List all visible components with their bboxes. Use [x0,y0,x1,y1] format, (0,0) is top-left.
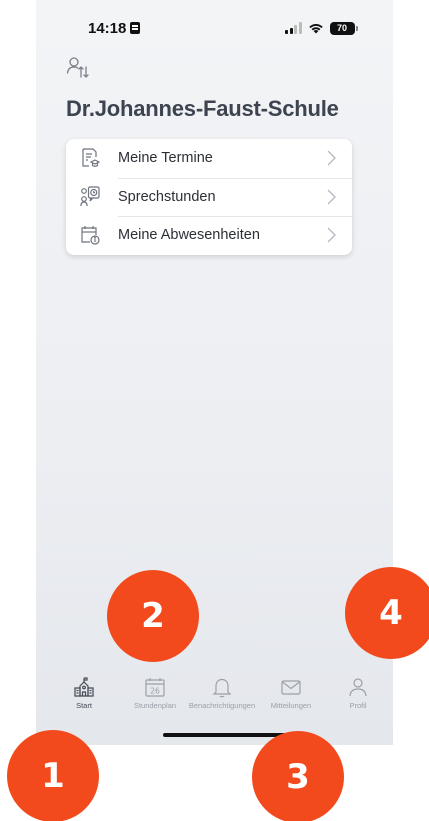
calendar-icon: 26 [145,678,165,697]
home-indicator [163,733,287,737]
menu-card: Meine Termine Sprechstunden Meine Abwese… [66,139,352,255]
menu-item-appointments[interactable]: Meine Termine [66,139,352,178]
bell-icon [212,678,232,698]
focus-mode-icon [130,22,141,34]
status-indicators: 70 [285,21,358,35]
step-badge-1: 1 [7,730,99,821]
school-title: Dr.Johannes-Faust-Schule [66,96,339,121]
tab-notifications[interactable]: Benachrichtigungen [182,672,262,710]
chevron-right-icon [327,228,336,243]
chevron-right-icon [327,189,336,205]
tab-label: Benachrichtigungen [188,701,256,710]
consultation-hours-icon [80,186,100,206]
battery-level: 70 [336,22,347,33]
battery-icon: 70 [329,21,358,35]
menu-item-absences[interactable]: Meine Abwesenheiten [66,216,352,255]
status-time: 14:18 [88,20,141,37]
tab-start[interactable]: Start [44,672,124,710]
step-badge-2: 2 [107,570,199,662]
envelope-icon [281,680,301,695]
menu-item-label: Meine Abwesenheiten [118,227,260,244]
menu-item-consultation-hours[interactable]: Sprechstunden [66,177,352,217]
step-badge-3: 3 [252,731,344,821]
cellular-signal-icon [285,22,302,34]
status-time-text: 14:18 [88,20,127,37]
tab-label: Start [76,701,92,710]
tab-profile[interactable]: Profil [318,672,393,710]
menu-item-label: Meine Termine [118,150,213,167]
switch-user-icon[interactable] [66,56,92,80]
calendar-icon-day: 26 [150,687,160,696]
bottom-tab-bar: Start 26 Stundenplan Benachrichtigungen … [36,672,393,722]
menu-item-label: Sprechstunden [118,188,216,205]
phone-screen: 14:18 70 Dr.Johannes-Faust-Schule Meine … [36,0,393,745]
appointments-icon [82,148,100,168]
school-icon [74,677,94,697]
person-icon [349,678,367,697]
wifi-icon [308,23,323,34]
tab-label: Profil [349,701,367,710]
absences-icon [81,226,100,246]
step-badge-4: 4 [345,567,429,659]
chevron-right-icon [327,150,336,166]
